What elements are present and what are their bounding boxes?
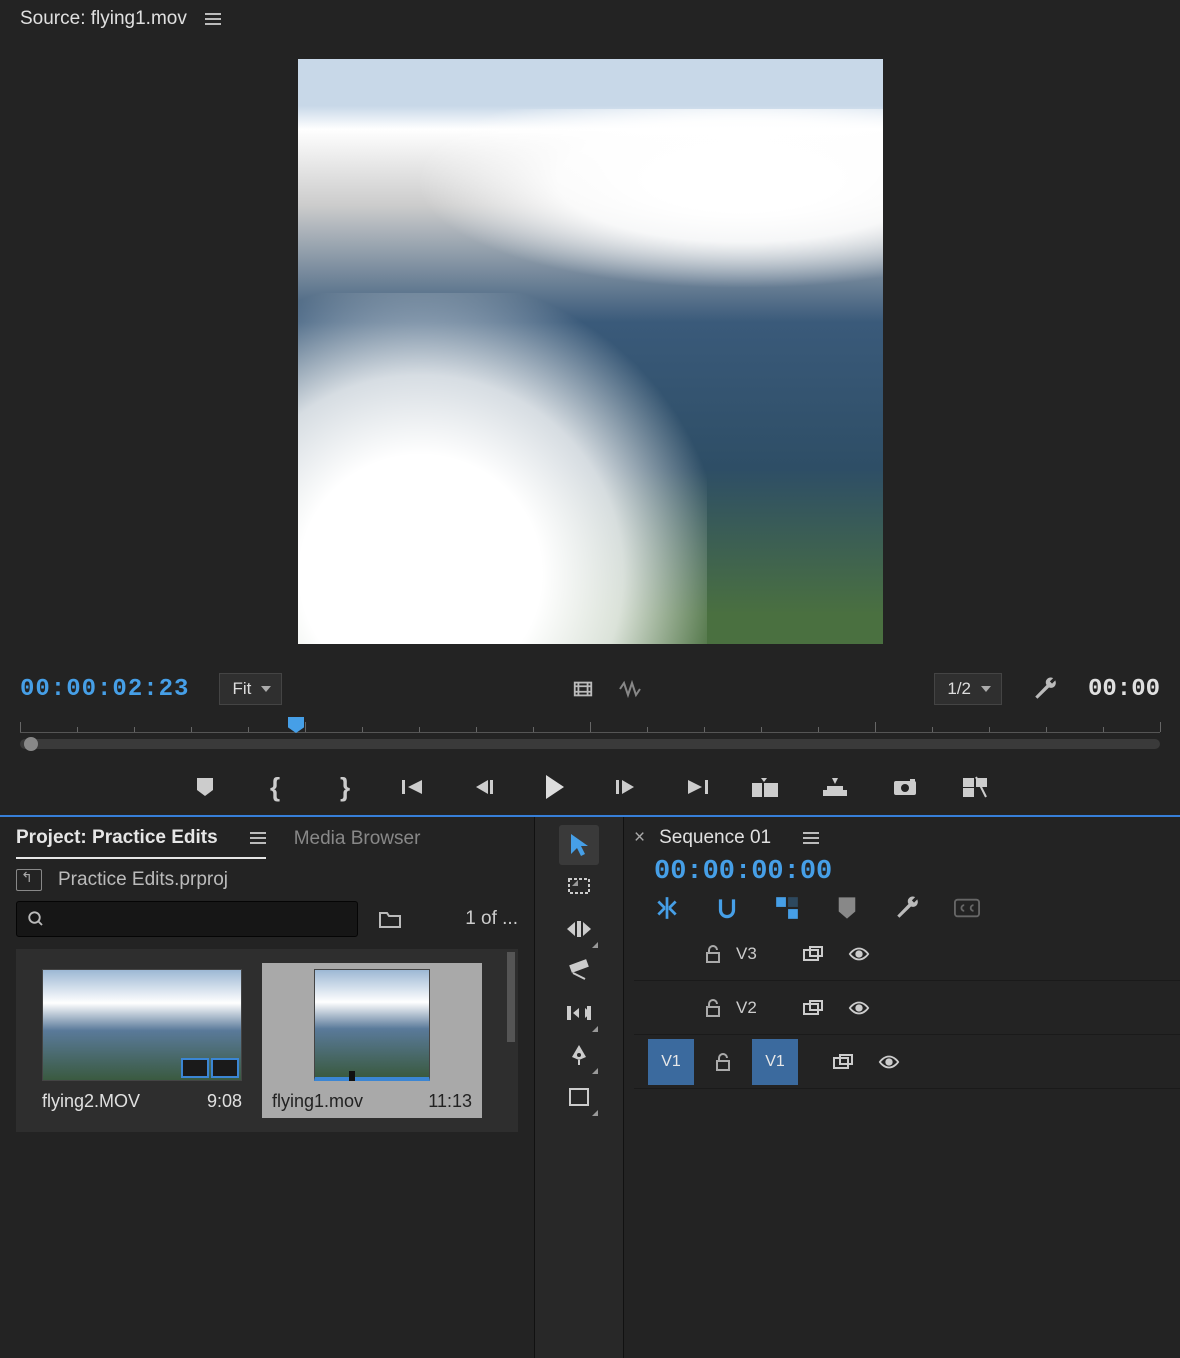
sync-lock-icon[interactable] xyxy=(802,999,824,1017)
timeline-header: × Sequence 01 xyxy=(624,817,1180,853)
source-panel: Source: flying1.mov 00:00:02:23 Fit 1/2 … xyxy=(0,0,1180,817)
timeline-settings-icon[interactable] xyxy=(894,895,920,921)
lower-panels: Project: Practice Edits Media Browser Pr… xyxy=(0,817,1180,1358)
tab-project[interactable]: Project: Practice Edits xyxy=(16,827,266,859)
captions-icon[interactable] xyxy=(954,895,980,921)
mini-timeline[interactable] xyxy=(0,713,1180,759)
av-badge-icon xyxy=(181,1058,239,1078)
parent-bin-icon[interactable] xyxy=(16,869,42,891)
clip-duration: 11:13 xyxy=(428,1091,472,1112)
search-row: 1 of ... xyxy=(0,897,534,941)
source-patch-v1[interactable]: V1 xyxy=(648,1039,694,1085)
play-button[interactable] xyxy=(541,773,569,801)
timeline-panel: × Sequence 01 00:00:00:00 V3 xyxy=(624,817,1180,1358)
clip-name: flying1.mov xyxy=(272,1091,363,1112)
mark-out-button[interactable]: } xyxy=(331,773,359,801)
source-title: Source: flying1.mov xyxy=(20,8,187,30)
project-panel: Project: Practice Edits Media Browser Pr… xyxy=(0,817,534,1358)
lock-icon[interactable] xyxy=(704,944,722,964)
sequence-name[interactable]: Sequence 01 xyxy=(659,827,771,849)
scrub-handle[interactable] xyxy=(24,737,38,751)
timeline-options xyxy=(624,891,1180,927)
clip-flying2[interactable]: flying2.MOV 9:08 xyxy=(32,963,252,1118)
track-v3[interactable]: V3 xyxy=(634,927,1180,981)
zoom-dropdown[interactable]: Fit xyxy=(219,673,282,705)
preview-image xyxy=(298,59,883,644)
track-label: V2 xyxy=(736,998,768,1018)
ripple-edit-tool[interactable] xyxy=(559,909,599,949)
source-header: Source: flying1.mov xyxy=(0,0,1180,38)
clip-name: flying2.MOV xyxy=(42,1091,140,1112)
track-v1[interactable]: V1 V1 xyxy=(634,1035,1180,1089)
scrubbar[interactable] xyxy=(20,739,1160,749)
target-track-v1[interactable]: V1 xyxy=(752,1039,798,1085)
resolution-dropdown[interactable]: 1/2 xyxy=(934,673,1002,705)
project-path: Practice Edits.prproj xyxy=(0,859,534,897)
toggle-output-icon[interactable] xyxy=(878,1053,900,1071)
overwrite-button[interactable] xyxy=(821,773,849,801)
toggle-output-icon[interactable] xyxy=(848,999,870,1017)
source-timecode-in[interactable]: 00:00:02:23 xyxy=(20,676,189,703)
track-label: V3 xyxy=(736,944,768,964)
bin-grid: flying2.MOV 9:08 flying1.mov 11:13 xyxy=(16,949,518,1132)
project-filename[interactable]: Practice Edits.prproj xyxy=(58,869,228,891)
panel-menu-icon[interactable] xyxy=(803,832,819,844)
rectangle-tool[interactable] xyxy=(559,1077,599,1117)
go-to-in-button[interactable] xyxy=(401,773,429,801)
sync-lock-icon[interactable] xyxy=(802,945,824,963)
tools-column xyxy=(534,817,624,1358)
clip-thumbnail xyxy=(42,969,242,1081)
tab-media-browser[interactable]: Media Browser xyxy=(294,828,421,858)
drag-audio-icon[interactable] xyxy=(618,680,644,698)
close-sequence-button[interactable]: × xyxy=(634,827,645,849)
sync-lock-icon[interactable] xyxy=(832,1053,854,1071)
panel-menu-icon[interactable] xyxy=(250,832,266,844)
track-select-tool[interactable] xyxy=(559,867,599,907)
panel-tabs: Project: Practice Edits Media Browser xyxy=(0,817,534,859)
lock-icon[interactable] xyxy=(704,998,722,1018)
lock-icon[interactable] xyxy=(714,1052,732,1072)
track-headers: V3 V2 V1 V1 xyxy=(624,927,1180,1358)
comparison-view-button[interactable] xyxy=(961,773,989,801)
step-forward-button[interactable] xyxy=(611,773,639,801)
search-input[interactable] xyxy=(16,901,358,937)
filmstrip-icon[interactable] xyxy=(572,678,594,700)
playhead-icon[interactable] xyxy=(288,717,304,733)
search-icon xyxy=(27,910,45,928)
source-ruler[interactable] xyxy=(20,719,1160,733)
add-marker-button[interactable] xyxy=(191,773,219,801)
source-controls: 00:00:02:23 Fit 1/2 00:00 xyxy=(0,665,1180,713)
insert-button[interactable] xyxy=(751,773,779,801)
source-viewer[interactable] xyxy=(0,38,1180,665)
toggle-output-icon[interactable] xyxy=(848,945,870,963)
slip-tool[interactable] xyxy=(559,993,599,1033)
timeline-timecode[interactable]: 00:00:00:00 xyxy=(624,853,1180,891)
insert-sequence-icon[interactable] xyxy=(654,895,680,921)
clip-thumbnail xyxy=(314,969,430,1081)
transport-bar: { } xyxy=(0,759,1180,815)
clip-duration: 9:08 xyxy=(207,1091,242,1112)
snap-icon[interactable] xyxy=(714,895,740,921)
item-count: 1 of ... xyxy=(465,908,518,930)
pen-tool[interactable] xyxy=(559,1035,599,1075)
selection-tool[interactable] xyxy=(559,825,599,865)
marker-icon[interactable] xyxy=(834,895,860,921)
razor-tool[interactable] xyxy=(559,951,599,991)
mark-in-button[interactable]: { xyxy=(261,773,289,801)
settings-wrench-icon[interactable] xyxy=(1032,676,1058,702)
track-v2[interactable]: V2 xyxy=(634,981,1180,1035)
clip-flying1[interactable]: flying1.mov 11:13 xyxy=(262,963,482,1118)
source-timecode-out[interactable]: 00:00 xyxy=(1088,676,1160,703)
linked-selection-icon[interactable] xyxy=(774,895,800,921)
export-frame-button[interactable] xyxy=(891,773,919,801)
panel-menu-icon[interactable] xyxy=(205,13,221,25)
step-back-button[interactable] xyxy=(471,773,499,801)
go-to-out-button[interactable] xyxy=(681,773,709,801)
new-bin-icon[interactable] xyxy=(378,909,402,929)
